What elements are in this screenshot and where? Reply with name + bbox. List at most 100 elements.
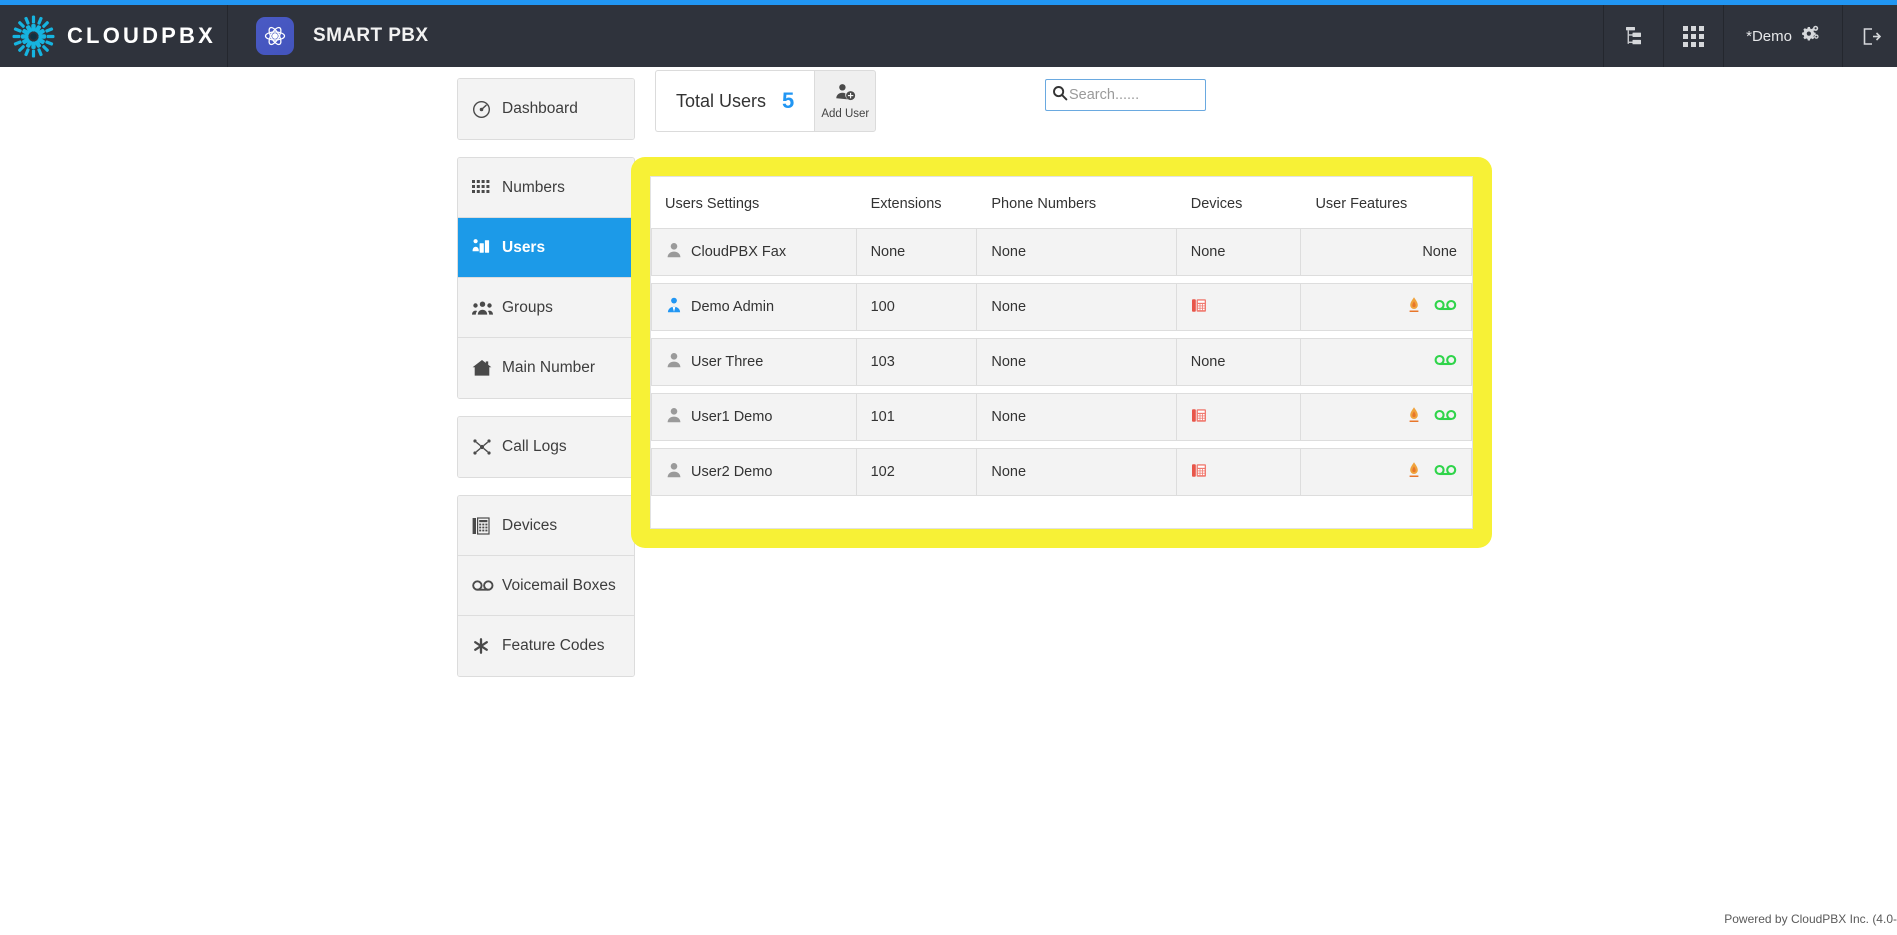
content-area: Total Users 5 Add User (655, 70, 876, 132)
account-name: *Demo (1746, 28, 1792, 45)
cell-devices[interactable] (1177, 283, 1302, 331)
account-menu[interactable]: *Demo (1724, 5, 1843, 67)
users-table-panel: Users Settings Extensions Phone Numbers … (650, 176, 1473, 529)
total-users-label: Total Users (676, 91, 766, 112)
column-header-extensions[interactable]: Extensions (857, 184, 978, 221)
user-name-label: User Three (691, 354, 763, 370)
voicemail-icon[interactable] (1434, 354, 1457, 371)
voicemail-icon (472, 579, 502, 592)
sidebar-item-label: Devices (502, 517, 557, 535)
cloudpbx-sunburst-logo-icon (11, 14, 56, 59)
sidebar-item-call-logs[interactable]: Call Logs (458, 417, 634, 477)
groups-icon (472, 300, 502, 316)
sidebar-group-3: Call Logs (457, 416, 635, 478)
sidebar-item-devices[interactable]: Devices (458, 496, 634, 556)
add-user-button[interactable]: Add User (814, 70, 876, 132)
apps-grid-icon[interactable] (1664, 5, 1724, 67)
user-name-label: User1 Demo (691, 409, 772, 425)
sidebar-item-label: Numbers (502, 179, 565, 197)
voicemail-icon[interactable] (1434, 409, 1457, 426)
cell-user-name[interactable]: User1 Demo (651, 393, 857, 441)
sidebar-item-voicemail-boxes[interactable]: Voicemail Boxes (458, 556, 634, 616)
call-forward-flame-icon[interactable] (1408, 406, 1420, 429)
cell-extension: 103 (857, 338, 978, 386)
table-row[interactable]: User2 Demo 102 None (651, 448, 1472, 496)
sidebar-nav: Dashboard Numbers U (457, 78, 635, 694)
devices-phone-icon (472, 517, 502, 535)
sidebar-item-label: Users (502, 239, 545, 257)
sidebar-item-main-number[interactable]: Main Number (458, 338, 634, 398)
column-header-user-features[interactable]: User Features (1301, 184, 1472, 221)
desk-phone-icon[interactable] (1191, 413, 1210, 429)
sidebar-item-label: Dashboard (502, 100, 578, 118)
sidebar-item-label: Voicemail Boxes (502, 577, 616, 595)
search-box[interactable] (1045, 79, 1206, 111)
call-logs-icon (472, 438, 502, 456)
table-row[interactable]: User Three 103 None None (651, 338, 1472, 386)
table-header-row: Users Settings Extensions Phone Numbers … (651, 184, 1472, 221)
column-header-phone-numbers[interactable]: Phone Numbers (977, 184, 1176, 221)
table-row[interactable]: CloudPBX Fax None None None None (651, 228, 1472, 276)
cell-user-name[interactable]: User Three (651, 338, 857, 386)
user-name-label: User2 Demo (691, 464, 772, 480)
cell-phone-numbers: None (977, 393, 1176, 441)
cell-extension: 102 (857, 448, 978, 496)
search-input[interactable] (1069, 80, 1199, 110)
cell-extension: 101 (857, 393, 978, 441)
table-row[interactable]: User1 Demo 101 None (651, 393, 1472, 441)
sidebar-item-label: Feature Codes (502, 637, 605, 655)
column-header-users-settings[interactable]: Users Settings (651, 184, 857, 221)
cell-devices[interactable] (1177, 393, 1302, 441)
column-header-devices[interactable]: Devices (1177, 184, 1302, 221)
voicemail-icon[interactable] (1434, 464, 1457, 481)
cell-user-features[interactable] (1301, 338, 1472, 386)
total-users-count: 5 (782, 88, 794, 114)
users-toolbar: Total Users 5 Add User (655, 70, 876, 132)
users-table-highlight: Users Settings Extensions Phone Numbers … (631, 157, 1492, 548)
numbers-grid-icon (472, 179, 502, 197)
atom-icon (256, 17, 294, 55)
org-chart-icon[interactable] (1604, 5, 1664, 67)
users-table: Users Settings Extensions Phone Numbers … (651, 177, 1472, 503)
logout-icon[interactable] (1843, 5, 1897, 67)
cell-phone-numbers: None (977, 283, 1176, 331)
cell-user-features[interactable] (1301, 393, 1472, 441)
cell-extension: 100 (857, 283, 978, 331)
total-users-card: Total Users 5 (655, 70, 814, 132)
users-table-header: Users Settings Extensions Phone Numbers … (651, 184, 1472, 221)
user-name-label: CloudPBX Fax (691, 244, 786, 260)
cell-user-features[interactable] (1301, 448, 1472, 496)
sidebar-item-groups[interactable]: Groups (458, 278, 634, 338)
sidebar-item-dashboard[interactable]: Dashboard (458, 79, 634, 139)
user-icon (666, 407, 682, 427)
brand[interactable]: CLOUDPBX (0, 5, 228, 67)
cell-user-name[interactable]: User2 Demo (651, 448, 857, 496)
call-forward-flame-icon[interactable] (1408, 461, 1420, 484)
sidebar-group-1: Dashboard (457, 78, 635, 140)
sidebar-item-feature-codes[interactable]: Feature Codes (458, 616, 634, 676)
app-header: CLOUDPBX SMART PBX *Demo (0, 5, 1897, 67)
app-title: SMART PBX (313, 25, 429, 47)
cell-user-name[interactable]: CloudPBX Fax (651, 228, 857, 276)
cell-devices[interactable] (1177, 448, 1302, 496)
sidebar-item-label: Main Number (502, 359, 595, 377)
cell-phone-numbers: None (977, 228, 1176, 276)
users-table-body: CloudPBX Fax None None None None (651, 228, 1472, 496)
cell-phone-numbers: None (977, 448, 1176, 496)
voicemail-icon[interactable] (1434, 299, 1457, 316)
cell-phone-numbers: None (977, 338, 1176, 386)
call-forward-flame-icon[interactable] (1408, 296, 1420, 319)
cell-user-name[interactable]: Demo Admin (651, 283, 857, 331)
app-identity: SMART PBX (228, 5, 1604, 67)
gears-icon[interactable] (1801, 24, 1820, 48)
sidebar-item-numbers[interactable]: Numbers (458, 158, 634, 218)
home-icon (472, 359, 502, 377)
brand-name: CLOUDPBX (67, 23, 216, 49)
desk-phone-icon[interactable] (1191, 303, 1210, 319)
user-name-label: Demo Admin (691, 299, 774, 315)
cell-user-features[interactable] (1301, 283, 1472, 331)
admin-user-icon (666, 297, 682, 317)
table-row[interactable]: Demo Admin 100 None (651, 283, 1472, 331)
desk-phone-icon[interactable] (1191, 468, 1210, 484)
sidebar-item-users[interactable]: Users (458, 218, 634, 278)
